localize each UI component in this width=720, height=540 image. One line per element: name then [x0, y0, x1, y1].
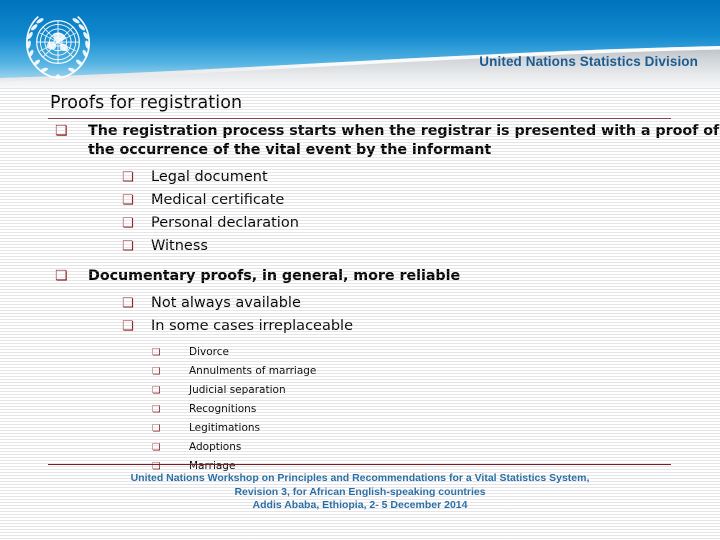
slide-body-list: ❏ The registration process starts when th…: [0, 122, 720, 476]
square-bullet-icon: ❏: [152, 347, 161, 358]
square-bullet-icon: ❏: [122, 239, 134, 254]
list-item-label: Recognitions: [189, 403, 257, 415]
list-item: ❏ Legal document: [0, 166, 720, 189]
square-bullet-icon: ❏: [122, 319, 134, 334]
list-item-label: Legitimations: [189, 422, 260, 434]
footer-line-3: Addis Ababa, Ethiopia, 2- 5 December 201…: [252, 499, 468, 511]
page-header-banner: United Nations Statistics Division: [0, 0, 720, 88]
list-item: ❏ Divorce: [0, 343, 720, 362]
list-item: ❏ Annulments of marriage: [0, 362, 720, 381]
list-item-label: Legal document: [151, 169, 268, 185]
list-item: ❏ Recognitions: [0, 400, 720, 419]
footer: United Nations Workshop on Principles an…: [0, 472, 720, 513]
list-item: ❏ Documentary proofs, in general, more re…: [0, 267, 720, 286]
list-item-label: Witness: [151, 238, 208, 254]
square-bullet-icon: ❏: [152, 366, 161, 377]
list-item: ❏ The registration process starts when th…: [0, 122, 720, 160]
list-item: ❏ Personal declaration: [0, 212, 720, 235]
square-bullet-icon: ❏: [122, 170, 134, 185]
list-item: ❏ In some cases irreplaceable: [0, 315, 720, 338]
square-bullet-icon: ❏: [152, 385, 161, 396]
list-item-label: Documentary proofs, in general, more rel…: [88, 268, 461, 284]
footer-divider: [48, 464, 671, 465]
list-item-label: Divorce: [189, 346, 229, 358]
footer-line-1: United Nations Workshop on Principles an…: [130, 472, 590, 484]
square-bullet-icon: ❏: [55, 268, 68, 284]
un-emblem-icon: [17, 6, 99, 88]
square-bullet-icon: ❏: [152, 404, 161, 415]
list-item: ❏ Not always available: [0, 292, 720, 315]
list-item-label: Annulments of marriage: [189, 365, 317, 377]
square-bullet-icon: ❏: [55, 123, 68, 139]
list-item: ❏ Judicial separation: [0, 381, 720, 400]
page-title: Proofs for registration: [50, 93, 243, 113]
square-bullet-icon: ❏: [152, 442, 161, 453]
square-bullet-icon: ❏: [122, 193, 134, 208]
list-item-label: Not always available: [151, 295, 301, 311]
list-item-label: The registration process starts when the…: [88, 123, 720, 158]
list-item-label: Personal declaration: [151, 215, 299, 231]
list-item-label: In some cases irreplaceable: [151, 318, 354, 334]
list-item: ❏ Witness: [0, 235, 720, 258]
square-bullet-icon: ❏: [122, 216, 134, 231]
list-item-label: Judicial separation: [189, 384, 286, 396]
list-item-label: Medical certificate: [151, 192, 285, 208]
list-item: ❏ Legitimations: [0, 419, 720, 438]
list-item: ❏ Adoptions: [0, 438, 720, 457]
square-bullet-icon: ❏: [122, 296, 134, 311]
title-divider: [48, 118, 671, 119]
organization-name: United Nations Statistics Division: [479, 54, 698, 69]
footer-line-2: Revision 3, for African English-speaking…: [234, 485, 486, 498]
list-item: ❏ Medical certificate: [0, 189, 720, 212]
header-swoosh-decoration: [0, 46, 720, 88]
square-bullet-icon: ❏: [152, 423, 161, 434]
list-item-label: Adoptions: [189, 441, 242, 453]
